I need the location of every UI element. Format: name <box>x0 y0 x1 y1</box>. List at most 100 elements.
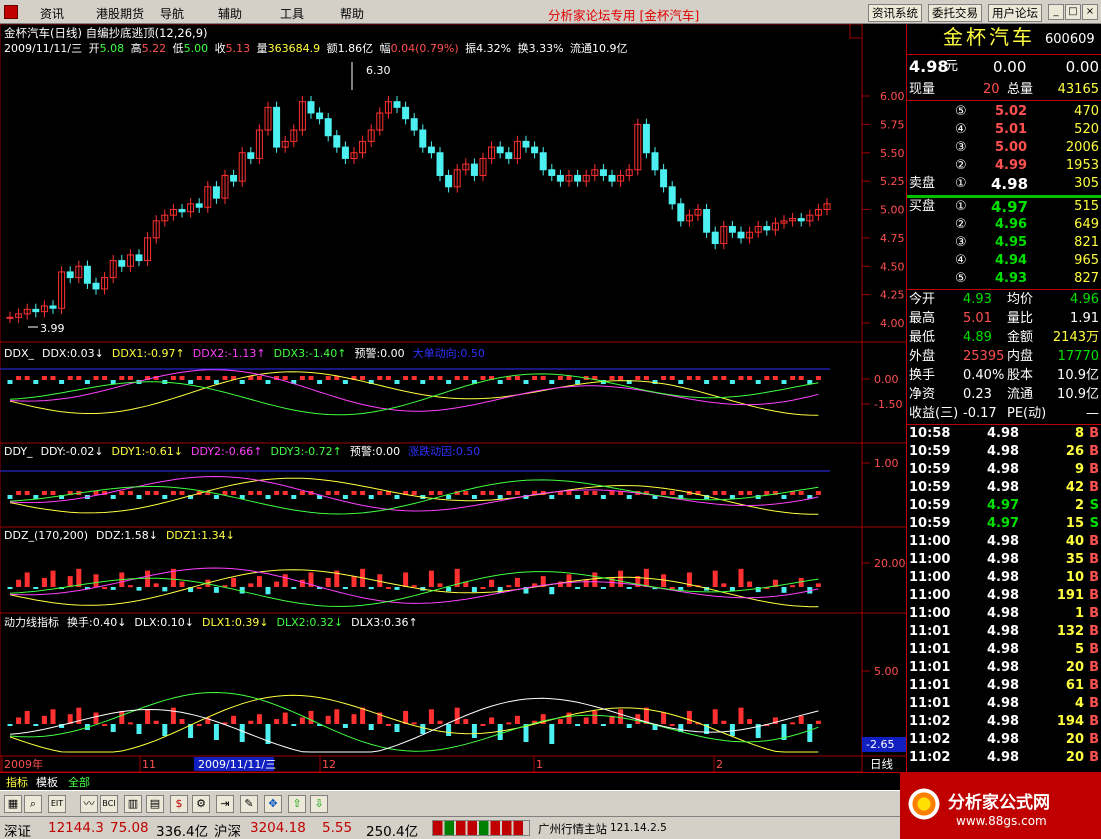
tick-row[interactable]: 11:02 4.98 20 B <box>907 749 1101 767</box>
stock-title: 金杯汽车(日线) 自编抄底逃顶(12,26,9) <box>4 26 208 40</box>
bid-level-5[interactable]: ⑤ 4.93 827 <box>907 270 1101 288</box>
period-label[interactable]: 日线 <box>870 757 893 771</box>
menu-tools[interactable]: 工具 <box>280 5 304 22</box>
tick-row[interactable]: 11:02 4.98 20 B <box>907 731 1101 749</box>
tick-volume: 61 <box>1065 678 1084 693</box>
ask-level-4[interactable]: ④ 5.01 520 <box>907 121 1101 139</box>
chart-icon[interactable]: ▦ <box>4 795 22 813</box>
bid-level-2[interactable]: ② 4.96 649 <box>907 216 1101 234</box>
indicator-line <box>9 373 819 416</box>
stat-label: 最低 <box>909 330 936 345</box>
close-button[interactable]: × <box>1082 4 1098 20</box>
tick-row[interactable]: 11:02 4.98 194 B <box>907 713 1101 731</box>
tick-row[interactable]: 10:59 4.97 15 S <box>907 515 1101 533</box>
indicator-bar <box>16 717 22 724</box>
indicator-bar <box>764 491 770 495</box>
indicator-bar <box>377 491 383 495</box>
indicator-bar <box>532 376 538 380</box>
indicator-bar <box>256 576 262 587</box>
search-icon[interactable]: ⌕ <box>24 795 42 813</box>
indicator-bar <box>669 491 675 495</box>
tick-row[interactable]: 11:00 4.98 191 B <box>907 587 1101 605</box>
ask-level-5[interactable]: ⑤ 5.02 470 <box>907 103 1101 121</box>
tick-row[interactable]: 11:01 4.98 4 B <box>907 695 1101 713</box>
price-unit: 元 <box>945 59 959 74</box>
vol-label: 量 <box>257 42 268 55</box>
bid-level-1[interactable]: 买盘 ① 4.97 515 <box>907 198 1101 216</box>
tick-row[interactable]: 11:01 4.98 132 B <box>907 623 1101 641</box>
tick-row[interactable]: 11:01 4.98 61 B <box>907 677 1101 695</box>
indicator-bar <box>686 710 692 724</box>
tab-indicator[interactable]: 指标 <box>6 774 28 790</box>
forum-button[interactable]: 用户论坛 <box>988 4 1042 22</box>
tick-row[interactable]: 11:00 4.98 1 B <box>907 605 1101 623</box>
tick-row[interactable]: 11:00 4.98 40 B <box>907 533 1101 551</box>
tick-time: 10:59 <box>909 516 951 531</box>
chart-scroll-button[interactable] <box>849 23 863 39</box>
app-icon[interactable] <box>4 5 18 19</box>
indicator-bar <box>7 724 13 726</box>
candle-body <box>135 254 143 262</box>
indicator-bar <box>368 587 374 590</box>
indicator-bar <box>807 724 813 742</box>
tick-volume: 5 <box>1074 642 1084 657</box>
menu-info[interactable]: 资讯 <box>40 5 64 22</box>
menu-hk-futures[interactable]: 港股期货 <box>96 5 144 22</box>
down-arrow-icon[interactable]: ⇩ <box>310 795 328 813</box>
tools-icon[interactable]: ⚙ <box>192 795 210 813</box>
tick-row[interactable]: 10:58 4.98 8 B <box>907 425 1101 443</box>
stat-value: 17770 <box>1057 349 1099 364</box>
f10-icon[interactable]: EIT <box>48 795 66 813</box>
ask-level-3[interactable]: ③ 5.00 2006 <box>907 139 1101 157</box>
up-arrow-icon[interactable]: ⇧ <box>288 795 306 813</box>
open-label: 开 <box>89 42 100 55</box>
tick-row[interactable]: 11:00 4.98 35 B <box>907 551 1101 569</box>
pencil-icon[interactable]: ✎ <box>240 795 258 813</box>
tick-row[interactable]: 11:01 4.98 20 B <box>907 659 1101 677</box>
panel-item: 预警:0.00 <box>350 444 400 458</box>
tick-row[interactable]: 10:59 4.98 42 B <box>907 479 1101 497</box>
bar-chart-icon[interactable]: ▥ <box>124 795 142 813</box>
ask-level-1[interactable]: 卖盘 ① 4.98 305 <box>907 175 1101 193</box>
menu-nav[interactable]: 导航 <box>160 5 184 22</box>
candle-body <box>247 152 255 159</box>
tick-row[interactable]: 10:59 4.98 26 B <box>907 443 1101 461</box>
bid-level-4[interactable]: ④ 4.94 965 <box>907 252 1101 270</box>
maximize-button[interactable]: □ <box>1065 4 1081 20</box>
price-change-pct: 0.00 <box>1065 58 1099 76</box>
tab-all[interactable]: 全部 <box>68 774 90 790</box>
divider <box>907 100 1101 101</box>
side-label: 卖盘 <box>909 176 936 191</box>
chart-area[interactable]: 金杯汽车(日线) 自编抄底逃顶(12,26,9) 2009/11/11/三 开5… <box>0 23 906 773</box>
indicator-bar <box>196 724 202 726</box>
line-chart-icon[interactable]: 〰 <box>80 795 98 813</box>
candle-body <box>548 169 556 176</box>
tick-direction: B <box>1089 714 1099 729</box>
time-label: 11 <box>142 758 156 771</box>
tick-volume: 10 <box>1065 570 1084 585</box>
tick-row[interactable]: 11:00 4.98 10 B <box>907 569 1101 587</box>
indicator-bar <box>274 719 280 724</box>
kline-icon[interactable]: ▤ <box>146 795 164 813</box>
indicator-bar <box>420 380 426 384</box>
export-icon[interactable]: ⇥ <box>216 795 234 813</box>
dollar-icon[interactable]: $ <box>170 795 188 813</box>
candle-body <box>436 152 444 176</box>
indicator-bar <box>411 722 417 725</box>
trade-button[interactable]: 委托交易 <box>928 4 982 22</box>
indicator-bar <box>7 380 13 384</box>
tick-row[interactable]: 10:59 4.98 9 B <box>907 461 1101 479</box>
kline-chart[interactable]: 金杯汽车(日线) 自编抄底逃顶(12,26,9) 2009/11/11/三 开5… <box>0 23 906 773</box>
tick-row[interactable]: 11:01 4.98 5 B <box>907 641 1101 659</box>
move-icon[interactable]: ✥ <box>264 795 282 813</box>
menu-assist[interactable]: 辅助 <box>218 5 242 22</box>
tick-row[interactable]: 10:59 4.97 2 S <box>907 497 1101 515</box>
minimize-button[interactable]: _ <box>1048 4 1064 20</box>
menu-help[interactable]: 帮助 <box>340 5 364 22</box>
bid-level-3[interactable]: ③ 4.95 821 <box>907 234 1101 252</box>
indicator-icon[interactable]: BCI <box>100 795 118 813</box>
tab-template[interactable]: 模板 <box>36 774 58 790</box>
info-system-button[interactable]: 资讯系统 <box>868 4 922 22</box>
ask-level-2[interactable]: ② 4.99 1953 <box>907 157 1101 175</box>
price-axis: 6.00 5.75 5.50 5.25 5.00 4.75 4.50 4.25 4.00 <box>862 90 905 330</box>
